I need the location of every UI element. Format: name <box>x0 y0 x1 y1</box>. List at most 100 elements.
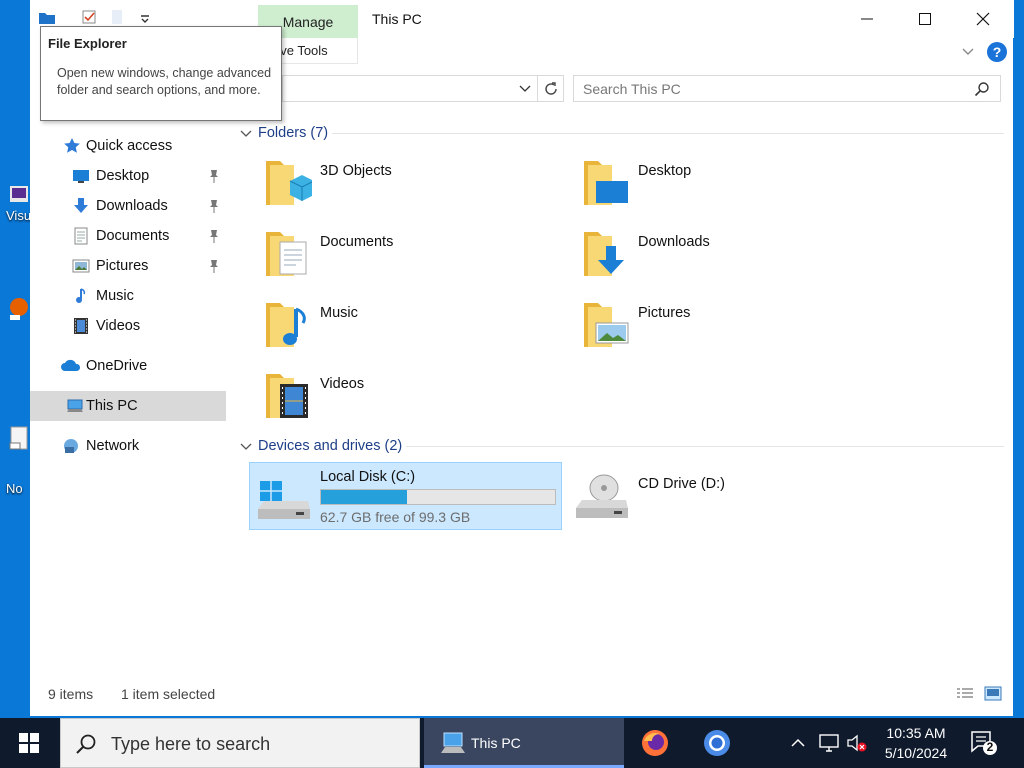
tooltip: File Explorer Open new windows, change a… <box>40 26 282 121</box>
nav-label: Music <box>96 288 134 304</box>
status-bar: 9 items 1 item selected <box>30 684 1014 706</box>
help-button[interactable]: ? <box>987 42 1007 62</box>
drive-tile-local-disk-c[interactable]: Local Disk (C:) 62.7 GB free of 99.3 GB <box>249 462 562 530</box>
clock-time: 10:35 AM <box>886 725 946 741</box>
nav-item-pictures[interactable]: Pictures <box>30 251 226 281</box>
new-folder-icon[interactable] <box>108 8 126 26</box>
desktop-folder-icon <box>73 170 89 183</box>
tooltip-title: File Explorer <box>48 36 127 51</box>
downloads-folder-icon <box>584 232 624 276</box>
taskbar-search-placeholder: Type here to search <box>111 734 271 754</box>
folder-label: Desktop <box>638 163 692 179</box>
group-divider <box>406 446 1004 447</box>
firefox-icon[interactable] <box>639 727 671 759</box>
folder-tile-music[interactable]: Music <box>264 297 564 361</box>
music-note-icon <box>76 288 86 303</box>
nav-item-desktop[interactable]: Desktop <box>30 161 226 191</box>
customize-toolbar-dropdown-icon[interactable] <box>136 8 154 26</box>
nav-label: This PC <box>86 398 138 414</box>
quick-access-toolbar <box>38 8 154 26</box>
desktop-app-icon[interactable] <box>8 182 30 208</box>
folder-tile-videos[interactable]: Videos <box>264 368 564 432</box>
selection-count: 1 item selected <box>121 686 216 702</box>
desktop-icon-label: Visu <box>6 208 32 223</box>
taskbar-app-this-pc[interactable]: This PC <box>424 718 624 768</box>
cd-drive-icon <box>576 474 628 518</box>
drive-label: CD Drive (D:) <box>638 476 725 492</box>
pin-icon[interactable] <box>208 169 220 183</box>
folder-label: Pictures <box>638 305 691 321</box>
pin-icon[interactable] <box>208 199 220 213</box>
nav-item-documents[interactable]: Documents <box>30 221 226 251</box>
nav-label: Documents <box>96 228 170 244</box>
details-view-icon[interactable] <box>956 686 974 702</box>
taskbar-app-label: This PC <box>471 735 521 751</box>
nav-item-downloads[interactable]: Downloads <box>30 191 226 221</box>
search-icon <box>76 734 96 754</box>
minimize-button[interactable] <box>838 0 896 38</box>
nav-item-videos[interactable]: Videos <box>30 311 226 341</box>
desktop-icon-label: No <box>6 481 23 496</box>
nav-item-music[interactable]: Music <box>30 281 226 311</box>
drive-tile-cd-drive-d[interactable]: CD Drive (D:) <box>568 462 881 530</box>
desktop-app-icon[interactable] <box>8 425 30 451</box>
start-button[interactable] <box>0 718 58 768</box>
nav-label: Desktop <box>96 168 150 184</box>
search-placeholder: Search This PC <box>583 81 681 97</box>
computer-icon <box>441 732 465 753</box>
taskbar-search-box[interactable]: Type here to search <box>60 718 420 768</box>
expand-ribbon-icon[interactable] <box>961 44 975 58</box>
action-center-button[interactable]: 2 <box>970 730 998 756</box>
large-icons-view-icon[interactable] <box>984 686 1002 702</box>
nav-label: Videos <box>96 318 141 334</box>
document-icon <box>74 227 88 245</box>
maximize-icon <box>919 13 931 25</box>
music-folder-icon <box>266 303 306 347</box>
volume-muted-icon[interactable] <box>846 733 868 753</box>
close-button[interactable] <box>954 0 1012 38</box>
file-explorer-window: Manage This PC rive Tools ? Search This … <box>30 0 1014 716</box>
folder-label: Documents <box>320 234 394 250</box>
system-clock[interactable]: 10:35 AM 5/10/2024 <box>870 723 962 763</box>
refresh-button[interactable] <box>538 75 564 102</box>
properties-icon[interactable] <box>80 8 98 26</box>
network-monitor-icon[interactable] <box>818 733 840 753</box>
nav-item-quick-access[interactable]: Quick access <box>30 131 226 161</box>
folder-tile-downloads[interactable]: Downloads <box>582 226 882 290</box>
pin-icon[interactable] <box>208 259 220 273</box>
network-icon <box>64 439 78 453</box>
folder-label: 3D Objects <box>320 163 392 179</box>
folder-tile-documents[interactable]: Documents <box>264 226 564 290</box>
nav-item-onedrive[interactable]: OneDrive <box>30 351 226 381</box>
nav-item-network[interactable]: Network <box>30 431 226 461</box>
star-icon <box>64 138 80 153</box>
nav-item-this-pc[interactable]: This PC <box>30 391 226 421</box>
search-icon[interactable] <box>974 81 990 97</box>
chrome-icon[interactable] <box>701 727 733 759</box>
search-input[interactable]: Search This PC <box>573 75 1001 102</box>
item-count: 9 items <box>48 686 94 702</box>
chevron-up-icon[interactable] <box>790 736 806 750</box>
computer-icon <box>67 399 83 412</box>
pin-icon[interactable] <box>208 229 220 243</box>
folder-tile-desktop[interactable]: Desktop <box>582 155 882 219</box>
address-bar[interactable] <box>282 75 538 102</box>
folder-icon[interactable] <box>38 8 56 26</box>
tooltip-body: Open new windows, change advanced folder… <box>57 66 272 97</box>
group-header-devices[interactable]: Devices and drives (2) <box>240 437 402 455</box>
chevron-down-icon[interactable] <box>519 82 531 94</box>
group-header-label: Devices and drives (2) <box>258 438 403 454</box>
folder-tile-pictures[interactable]: Pictures <box>582 297 882 361</box>
notification-count: 2 <box>986 740 994 754</box>
maximize-button[interactable] <box>896 0 954 38</box>
folder-label: Music <box>320 305 358 321</box>
folder-tile-3d-objects[interactable]: 3D Objects <box>264 155 564 219</box>
group-header-folders[interactable]: Folders (7) <box>240 124 328 142</box>
film-strip-icon <box>74 318 88 334</box>
refresh-icon <box>544 81 557 95</box>
nav-label: OneDrive <box>86 358 148 374</box>
drive-usage-bar <box>320 489 556 505</box>
desktop-app-icon[interactable] <box>8 295 30 321</box>
desktop-folder-icon <box>584 161 628 205</box>
drive-free-space: 62.7 GB free of 99.3 GB <box>320 509 471 525</box>
